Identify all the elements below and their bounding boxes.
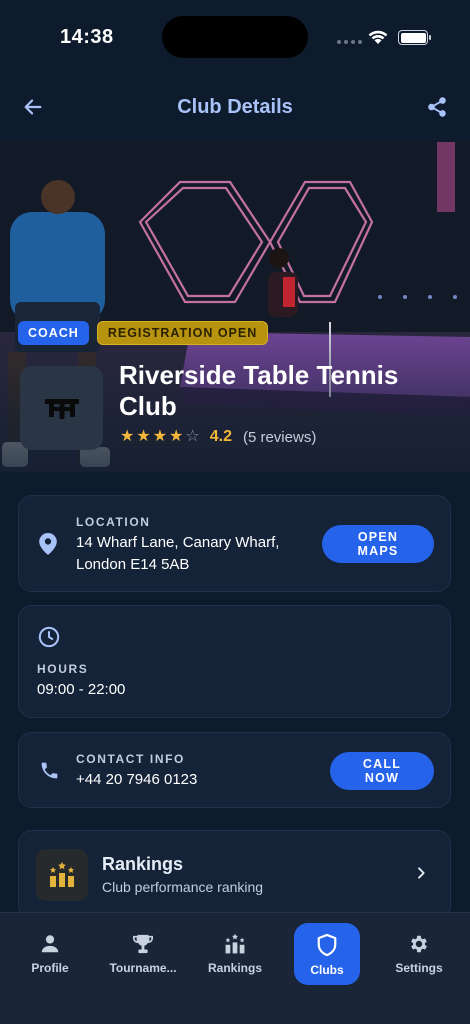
nav-rankings-label: Rankings (207, 961, 262, 975)
dynamic-island (162, 16, 308, 58)
nav-settings-label: Settings (395, 961, 443, 975)
star-icon: ★ (152, 428, 168, 445)
status-bar: 14:38 (0, 0, 470, 76)
person-icon (41, 935, 59, 953)
nav-rankings[interactable]: Rankings (195, 923, 275, 985)
app-header: Club Details (0, 76, 470, 142)
star-outline-icon: ☆ (185, 428, 200, 445)
phone-icon (41, 762, 58, 779)
podium-stars-icon (225, 933, 245, 954)
map-pin-icon (39, 533, 57, 555)
star-icon: ★ (120, 428, 135, 445)
location-label: LOCATION (76, 515, 151, 529)
nav-settings[interactable]: Settings (379, 923, 459, 985)
signal-icon (337, 40, 362, 44)
bottom-nav: Profile Tourname... Rankings Clubs Setti… (0, 912, 470, 1024)
shield-icon (317, 933, 337, 957)
rankings-icon-tile (36, 849, 88, 901)
club-hero: COACH REGISTRATION OPEN Riverside Table … (0, 142, 470, 472)
address-line-1: 14 Wharf Lane, Canary Wharf, (76, 534, 280, 551)
call-now-button[interactable]: CALL NOW (330, 752, 434, 790)
nav-tournaments[interactable]: Tourname... (103, 923, 183, 985)
location-card: LOCATION 14 Wharf Lane, Canary Wharf, Lo… (18, 495, 451, 592)
battery-icon (398, 30, 431, 45)
rating-value: 4.2 (209, 428, 232, 445)
podium-stars-icon (50, 862, 74, 887)
club-rating: ★ ★ ★ ★ ☆ 4.2 (5 reviews) (120, 428, 316, 446)
club-logo (20, 366, 103, 450)
contact-phone: +44 20 7946 0123 (76, 771, 198, 788)
club-logo-mark (44, 399, 79, 419)
rankings-card-subtitle: Club performance ranking (102, 879, 264, 895)
share-icon (428, 97, 446, 117)
hours-label: HOURS (37, 662, 89, 676)
open-maps-button[interactable]: OPEN MAPS (322, 525, 434, 563)
page-title: Club Details (177, 96, 293, 118)
status-time: 14:38 (60, 26, 114, 48)
nav-profile-label: Profile (31, 961, 69, 975)
nav-clubs-label: Clubs (310, 963, 344, 977)
club-badges: COACH REGISTRATION OPEN (18, 321, 269, 345)
contact-card: CONTACT INFO +44 20 7946 0123 CALL NOW (18, 732, 451, 808)
rankings-card[interactable]: Rankings Club performance ranking (18, 830, 451, 920)
rankings-card-title: Rankings (102, 854, 184, 874)
coach-badge: COACH (18, 321, 89, 345)
trophy-icon (133, 934, 153, 954)
chevron-right-icon (418, 867, 425, 879)
hours-value: 09:00 - 22:00 (37, 681, 126, 698)
nav-clubs[interactable]: Clubs (294, 923, 360, 985)
clock-icon (38, 626, 60, 648)
contact-label: CONTACT INFO (76, 752, 185, 766)
nav-tournaments-label: Tourname... (109, 961, 177, 975)
gear-icon (411, 935, 427, 953)
hours-card: HOURS 09:00 - 22:00 (18, 605, 451, 718)
star-icon: ★ (169, 428, 184, 445)
share-button[interactable] (420, 90, 454, 124)
registration-open-badge: REGISTRATION OPEN (96, 321, 269, 345)
address-line-2: London E14 5AB (76, 556, 190, 573)
nav-profile[interactable]: Profile (10, 923, 90, 985)
club-name: Riverside Table Tennis Club (119, 360, 399, 421)
star-icon: ★ (136, 428, 151, 445)
wifi-icon (368, 30, 388, 44)
review-count: (5 reviews) (242, 428, 317, 446)
